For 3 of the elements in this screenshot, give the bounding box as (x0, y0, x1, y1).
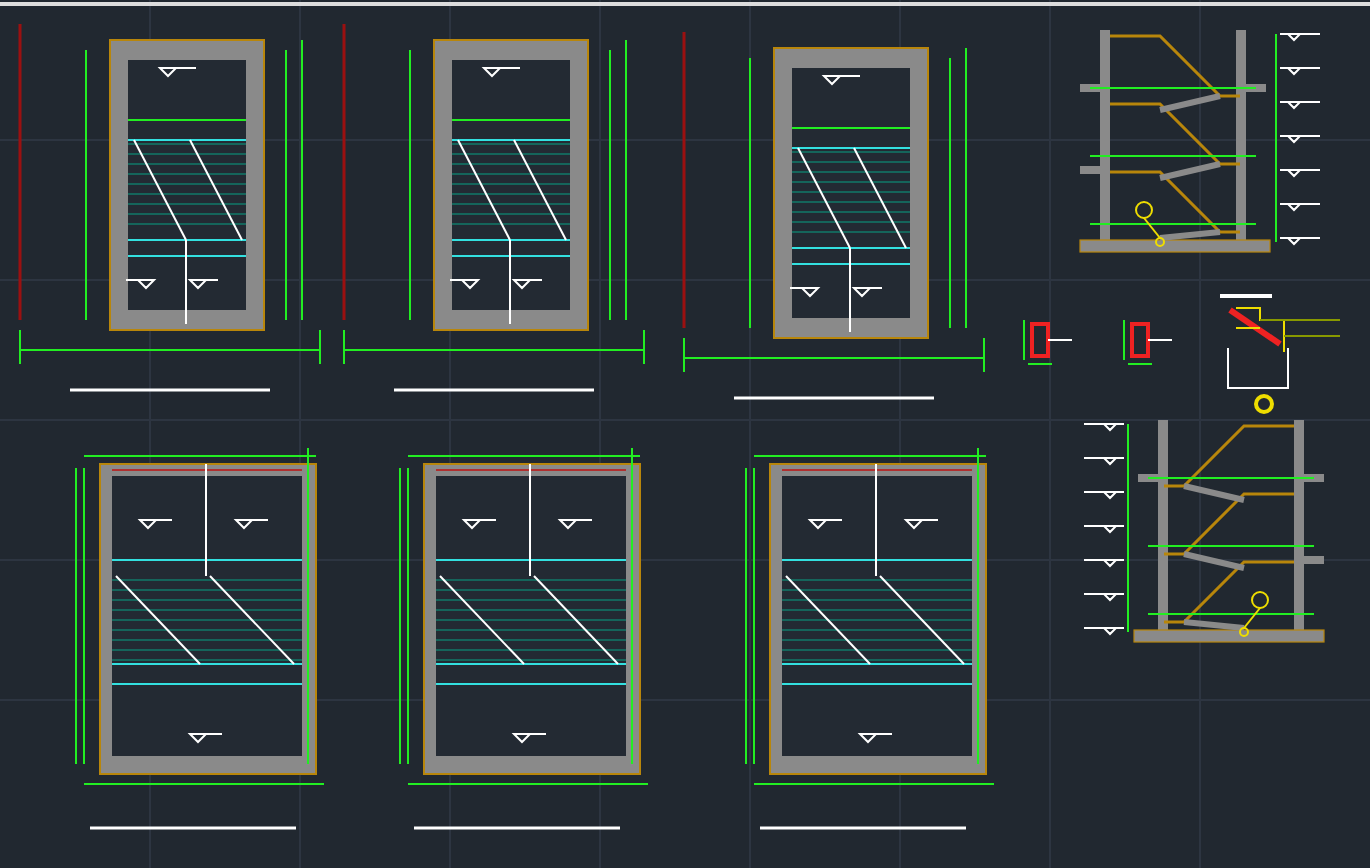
column-detail-drawing (1023, 319, 1073, 365)
beam-detail-drawing (1220, 294, 1341, 414)
column-detail-drawing (1123, 319, 1173, 365)
